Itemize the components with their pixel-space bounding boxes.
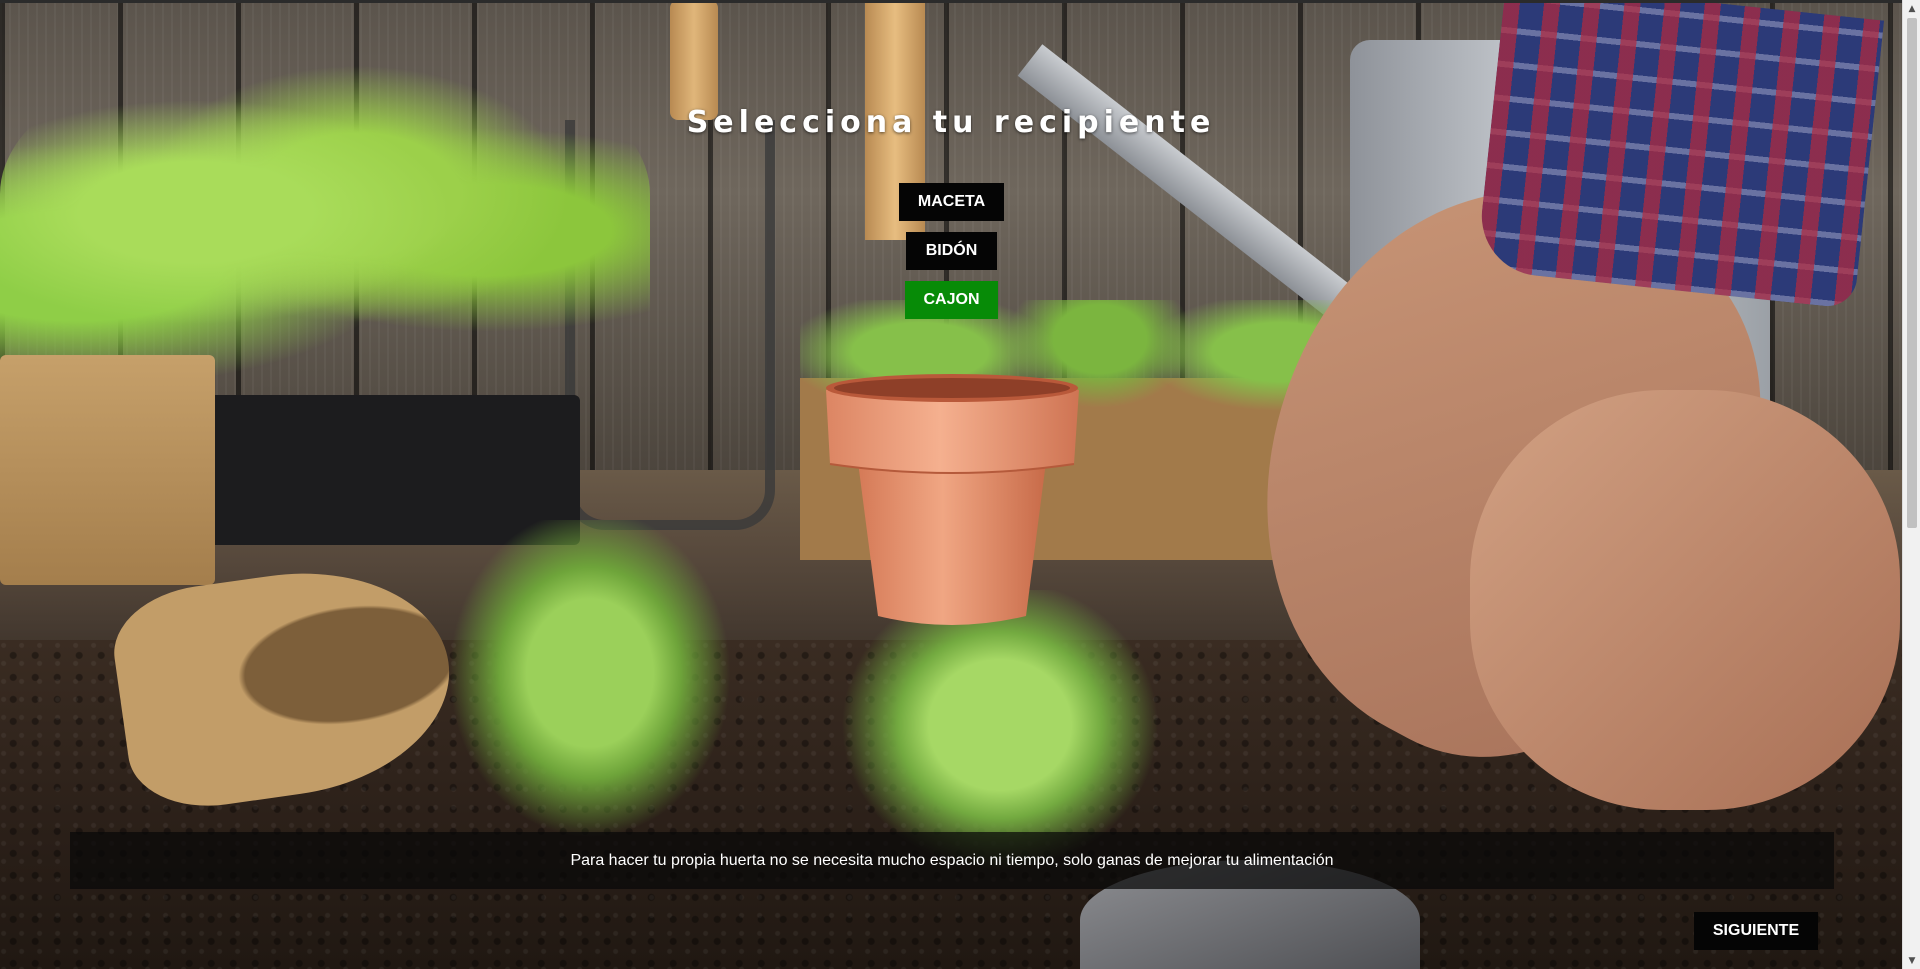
scroll-thumb[interactable] bbox=[1907, 18, 1917, 528]
vertical-scrollbar[interactable]: ▲ ▼ bbox=[1902, 0, 1920, 969]
plaid-sleeve bbox=[1475, 0, 1885, 310]
scroll-up-icon[interactable]: ▲ bbox=[1903, 0, 1920, 17]
terracotta-pot-icon bbox=[826, 374, 1079, 625]
next-button[interactable]: SIGUIENTE bbox=[1694, 912, 1818, 950]
bidon-button[interactable]: BIDÓN bbox=[906, 232, 997, 270]
window-top-border bbox=[0, 0, 1902, 3]
info-text: Para hacer tu propia huerta no se necesi… bbox=[570, 851, 1334, 869]
info-banner: Para hacer tu propia huerta no se necesi… bbox=[70, 832, 1834, 889]
scroll-down-icon[interactable]: ▼ bbox=[1903, 952, 1920, 969]
gardener-hand bbox=[1470, 390, 1900, 810]
rake-handle bbox=[670, 0, 718, 120]
peat-pots bbox=[0, 355, 215, 585]
cajon-button[interactable]: CAJON bbox=[905, 281, 998, 319]
page-title: Selecciona tu recipiente bbox=[686, 105, 1216, 140]
lettuce-seedling bbox=[430, 520, 750, 860]
maceta-button[interactable]: MACETA bbox=[899, 183, 1004, 221]
